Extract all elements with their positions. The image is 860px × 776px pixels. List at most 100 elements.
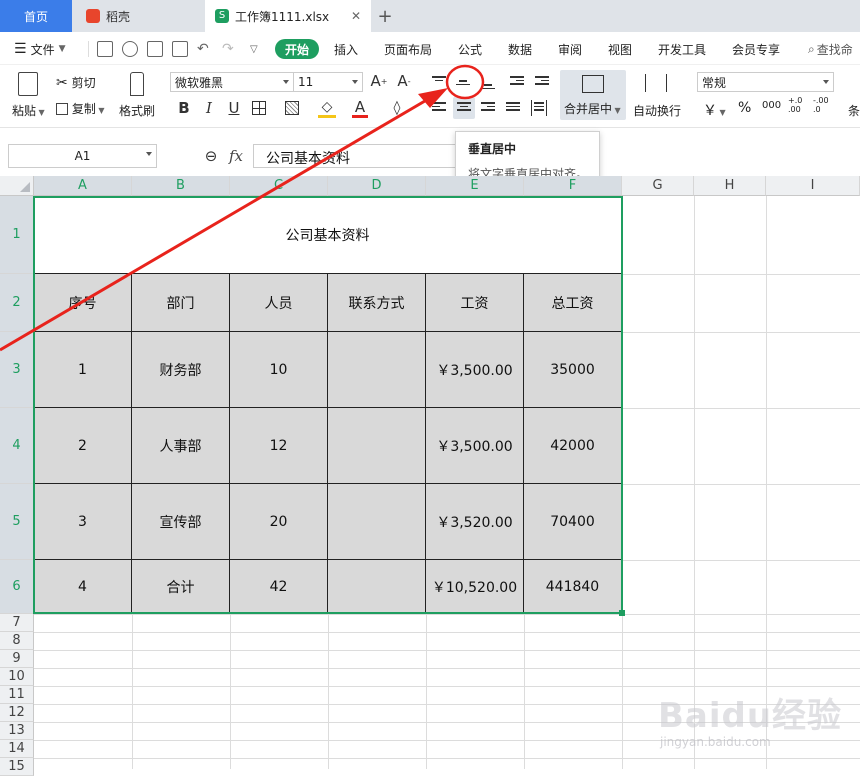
fill-color-icon[interactable]: ◇ [318, 98, 336, 118]
print-preview-icon[interactable] [172, 41, 188, 57]
name-box[interactable]: A1 [8, 144, 157, 168]
table-cell[interactable]: ￥3,500.00 [426, 408, 524, 484]
align-bottom-icon[interactable] [481, 74, 497, 90]
column-header-f[interactable]: F [524, 176, 622, 196]
table-cell[interactable]: 4 [34, 560, 132, 614]
table-cell[interactable] [328, 332, 426, 408]
row-header-14[interactable]: 14 [0, 740, 34, 758]
menu-developer[interactable]: 开发工具 [658, 33, 706, 65]
copy-button[interactable]: 复制 ▼ [56, 100, 105, 117]
row-header-7[interactable]: 7 [0, 614, 34, 632]
wrap-text-icon[interactable] [645, 74, 667, 92]
fx-button[interactable]: fx [229, 147, 243, 165]
header-cell[interactable]: 联系方式 [328, 274, 426, 332]
table-cell[interactable]: 35000 [524, 332, 622, 408]
percent-button[interactable]: % [738, 100, 751, 116]
align-middle-icon[interactable] [456, 74, 472, 90]
decrease-font-icon[interactable]: A- [395, 72, 413, 90]
row-header-5[interactable]: 5 [0, 484, 34, 560]
table-cell[interactable]: 宣传部 [132, 484, 230, 560]
row-header-3[interactable]: 3 [0, 332, 34, 408]
table-cell[interactable]: 2 [34, 408, 132, 484]
menu-view[interactable]: 视图 [608, 33, 632, 65]
clear-icon[interactable]: ◊ [388, 98, 406, 118]
table-cell[interactable]: ￥3,520.00 [426, 484, 524, 560]
redo-icon[interactable]: ↷ [222, 33, 234, 65]
menu-start[interactable]: 开始 [275, 39, 319, 59]
align-top-icon[interactable] [432, 74, 448, 90]
increase-indent-icon[interactable] [531, 74, 549, 90]
align-left-icon[interactable] [432, 100, 448, 116]
header-cell[interactable]: 总工资 [524, 274, 622, 332]
number-format-select[interactable]: 常规 [697, 72, 834, 92]
column-header-i[interactable]: I [766, 176, 860, 196]
close-tab-icon[interactable]: ✕ [351, 9, 361, 23]
column-header-e[interactable]: E [426, 176, 524, 196]
row-header-9[interactable]: 9 [0, 650, 34, 668]
menu-page-layout[interactable]: 页面布局 [384, 33, 432, 65]
table-cell[interactable]: 42000 [524, 408, 622, 484]
format-painter-button[interactable]: 格式刷 [119, 102, 155, 119]
table-cell[interactable]: 20 [230, 484, 328, 560]
table-cell[interactable] [328, 560, 426, 614]
table-cell[interactable]: 人事部 [132, 408, 230, 484]
table-cell[interactable]: 42 [230, 560, 328, 614]
print-icon[interactable] [147, 41, 163, 57]
menu-insert[interactable]: 插入 [334, 33, 358, 65]
table-cell[interactable]: ￥3,500.00 [426, 332, 524, 408]
row-header-13[interactable]: 13 [0, 722, 34, 740]
table-cell[interactable]: 70400 [524, 484, 622, 560]
table-cell[interactable]: 合计 [132, 560, 230, 614]
table-cell[interactable]: 12 [230, 408, 328, 484]
row-header-4[interactable]: 4 [0, 408, 34, 484]
row-header-10[interactable]: 10 [0, 668, 34, 686]
currency-button[interactable]: ￥ ▼ [703, 100, 726, 120]
paste-icon[interactable] [18, 72, 38, 96]
column-header-g[interactable]: G [622, 176, 694, 196]
column-header-b[interactable]: B [132, 176, 230, 196]
table-cell[interactable]: 3 [34, 484, 132, 560]
table-cell[interactable]: 10 [230, 332, 328, 408]
row-header-1[interactable]: 1 [0, 196, 34, 274]
row-header-2[interactable]: 2 [0, 274, 34, 332]
menu-review[interactable]: 审阅 [558, 33, 582, 65]
align-right-icon[interactable] [481, 100, 497, 116]
cut-button[interactable]: ✂ 剪切 [56, 74, 96, 91]
align-center-button[interactable] [453, 97, 475, 119]
table-cell[interactable]: ￥10,520.00 [426, 560, 524, 614]
border-icon[interactable] [252, 101, 266, 115]
table-cell[interactable]: 1 [34, 332, 132, 408]
row-header-6[interactable]: 6 [0, 560, 34, 614]
header-cell[interactable]: 人员 [230, 274, 328, 332]
font-size-select[interactable]: 11 [293, 72, 363, 92]
formula-input[interactable]: 公司基本资料 [253, 144, 458, 168]
file-menu[interactable]: ☰ 文件 ▼ [14, 33, 66, 65]
merge-center-button[interactable]: 合并居中 ▼ [560, 70, 626, 120]
tab-workbook[interactable]: S 工作簿1111.xlsx ✕ [205, 0, 371, 32]
save-icon[interactable] [97, 41, 113, 57]
font-name-select[interactable]: 微软雅黑 [170, 72, 294, 92]
row-header-15[interactable]: 15 [0, 758, 34, 776]
tab-daoke[interactable]: 稻壳 [72, 0, 200, 32]
undo-icon[interactable]: ↶ [197, 33, 209, 65]
decrease-indent-icon[interactable] [506, 74, 524, 90]
thousands-button[interactable]: 000 [762, 100, 781, 111]
table-cell[interactable] [328, 408, 426, 484]
fill-handle[interactable] [619, 610, 625, 616]
cell-style-icon[interactable] [285, 101, 299, 115]
distribute-icon[interactable] [531, 100, 547, 116]
font-color-icon[interactable]: A [352, 98, 368, 118]
select-all-corner[interactable] [0, 176, 34, 196]
export-icon[interactable] [122, 41, 138, 57]
conditional-format-button[interactable]: 条 [848, 102, 860, 119]
justify-icon[interactable] [506, 100, 522, 116]
row-header-12[interactable]: 12 [0, 704, 34, 722]
zoom-icon[interactable]: ⊖ [202, 146, 220, 166]
format-painter-icon[interactable] [130, 72, 144, 96]
column-header-d[interactable]: D [328, 176, 426, 196]
header-cell[interactable]: 序号 [34, 274, 132, 332]
increase-font-icon[interactable]: A + [370, 72, 388, 90]
table-cell[interactable] [328, 484, 426, 560]
italic-button[interactable]: I [201, 98, 217, 118]
row-header-8[interactable]: 8 [0, 632, 34, 650]
